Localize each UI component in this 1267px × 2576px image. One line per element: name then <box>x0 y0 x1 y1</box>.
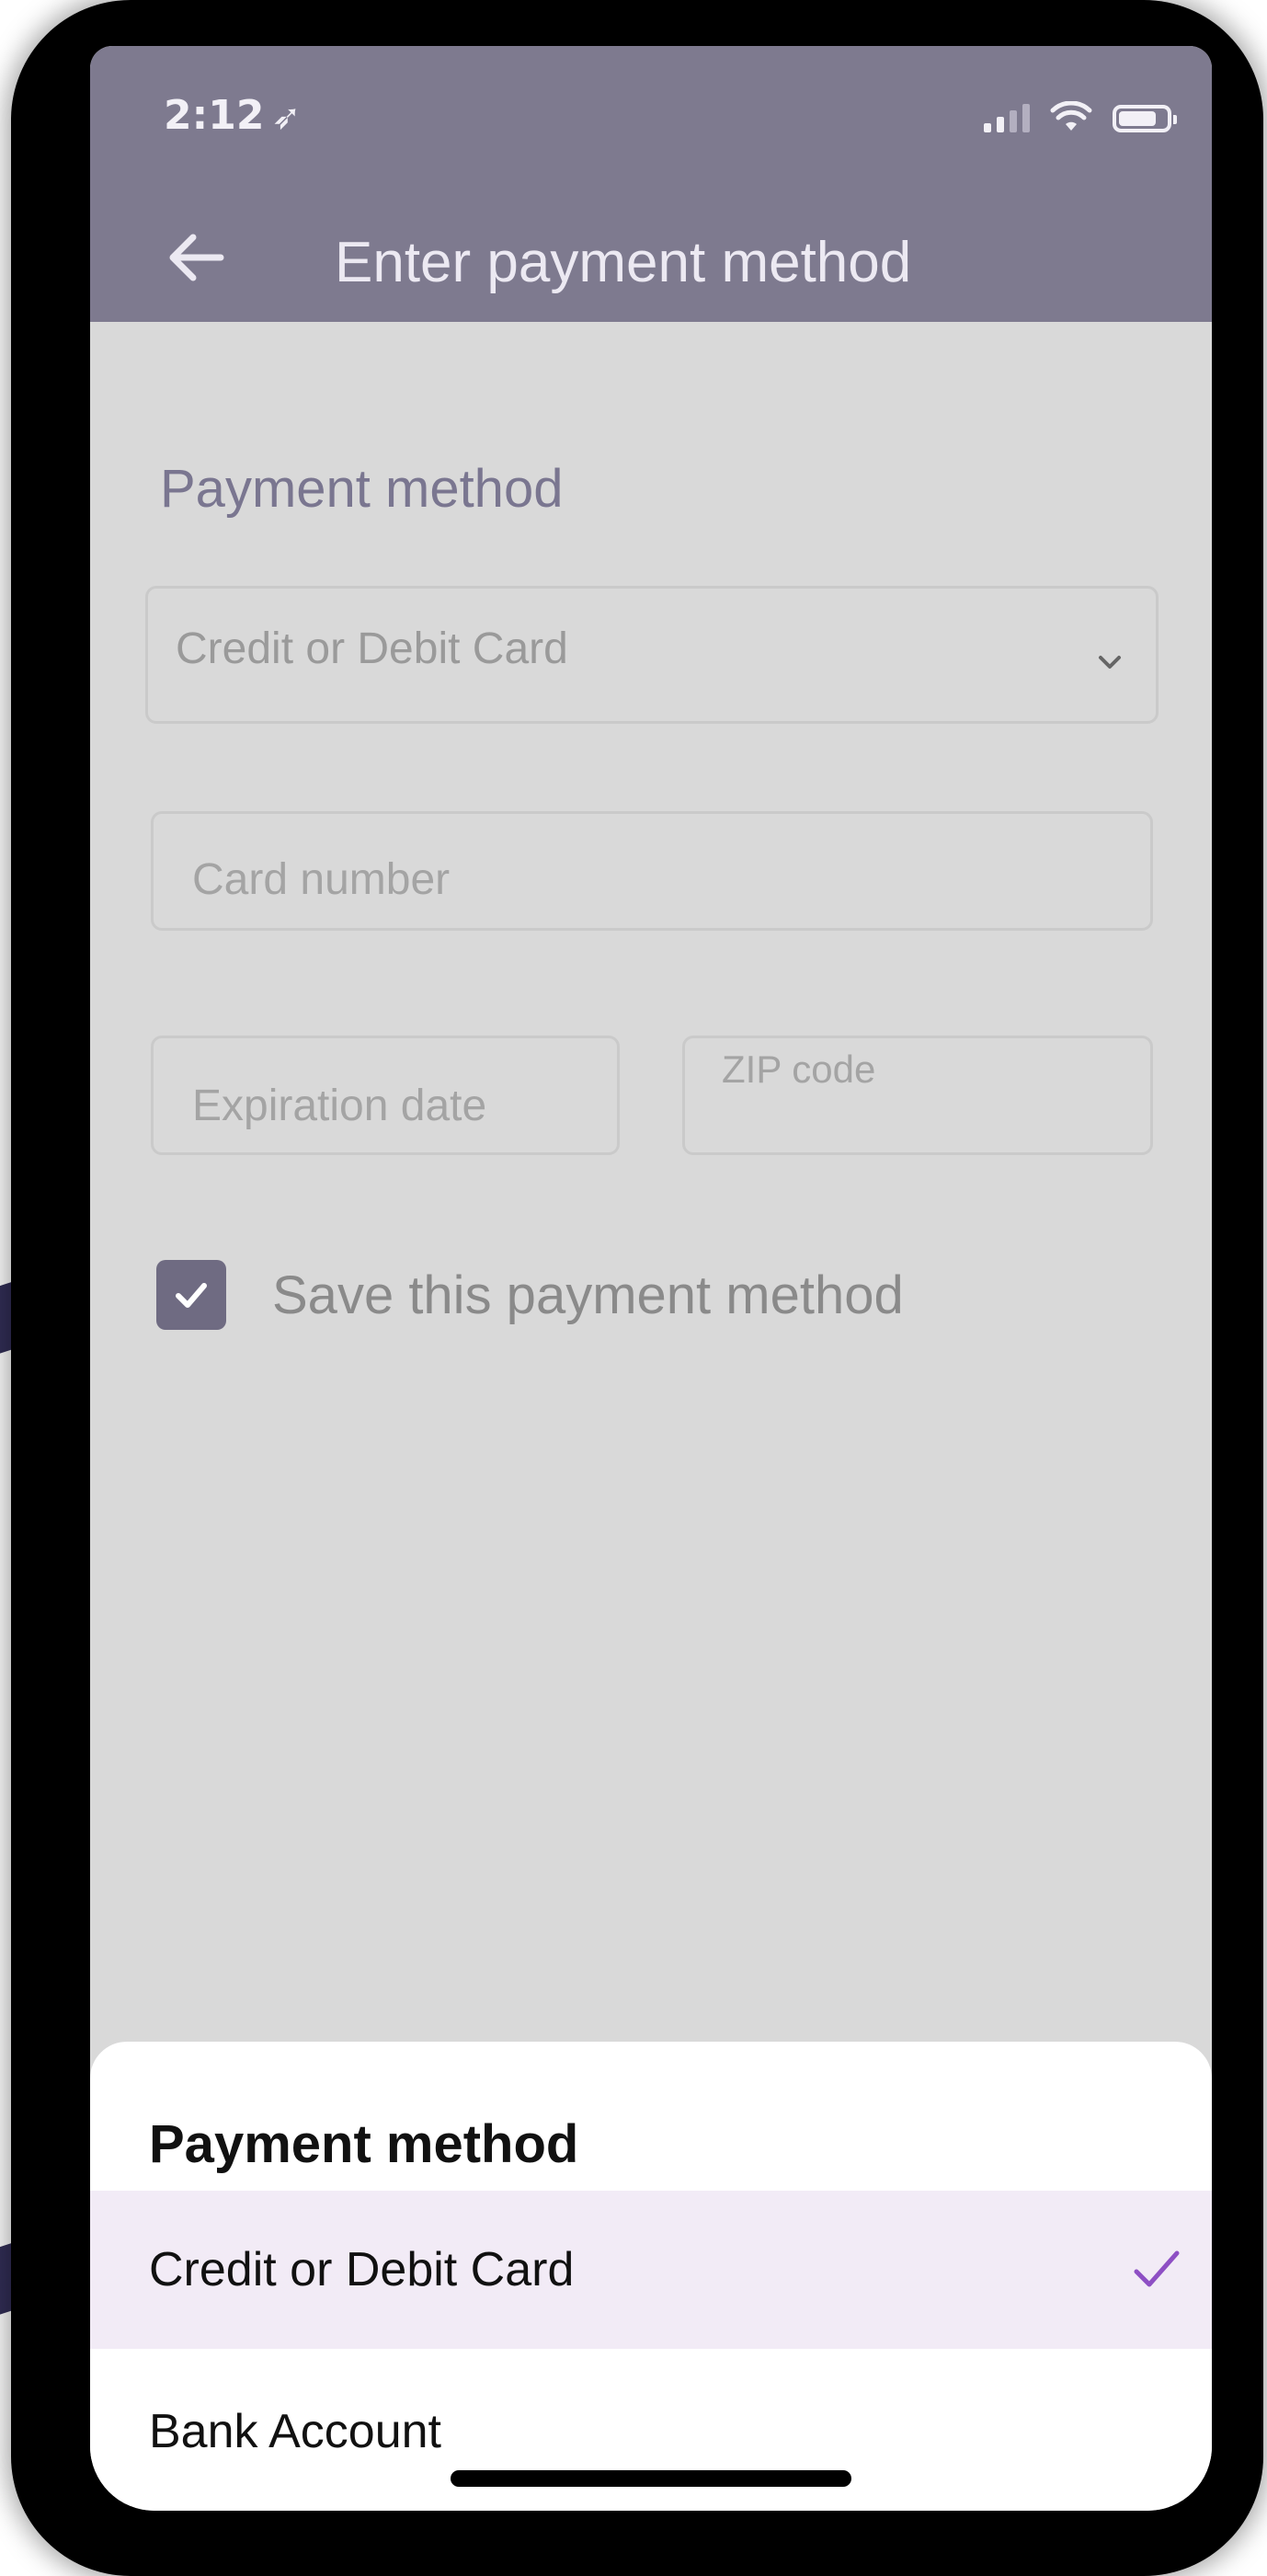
save-payment-checkbox[interactable] <box>156 1260 226 1330</box>
payment-method-sheet: Payment method Credit or Debit Card Bank… <box>90 2042 1212 2511</box>
home-indicator[interactable] <box>451 2470 851 2487</box>
back-button[interactable] <box>158 221 232 294</box>
chevron-down-icon <box>1099 656 1121 669</box>
payment-method-select[interactable]: Credit or Debit Card <box>145 586 1159 724</box>
arrow-left-icon <box>169 234 224 281</box>
payment-method-select-value: Credit or Debit Card <box>176 624 568 673</box>
screenshot-stage: 2:12 ➶ Enter payment method Payment meth… <box>0 0 1267 2576</box>
status-time: 2:12 ➶ <box>164 92 301 139</box>
expiration-date-input[interactable]: Expiration date <box>151 1036 620 1155</box>
wifi-icon <box>1050 101 1092 131</box>
card-number-placeholder: Card number <box>192 855 451 904</box>
save-payment-row[interactable]: Save this payment method <box>156 1260 904 1330</box>
option-label: Credit or Debit Card <box>149 2243 575 2296</box>
check-icon <box>1134 2250 1180 2287</box>
battery-icon <box>1113 105 1177 132</box>
phone-screen: 2:12 ➶ Enter payment method Payment meth… <box>90 46 1212 2511</box>
app-header: 2:12 ➶ Enter payment method <box>90 46 1212 322</box>
status-time-text: 2:12 <box>164 92 265 139</box>
cellular-signal-icon <box>984 103 1030 132</box>
option-label: Bank Account <box>149 2405 441 2458</box>
zip-code-input[interactable]: ZIP code <box>682 1036 1153 1155</box>
checkmark-icon <box>176 1283 207 1308</box>
page-title: Enter payment method <box>335 231 912 294</box>
location-arrow-icon: ➶ <box>271 97 302 137</box>
option-credit-debit-card[interactable]: Credit or Debit Card <box>90 2191 1212 2349</box>
sheet-title: Payment method <box>149 2114 579 2174</box>
card-number-input[interactable]: Card number <box>151 811 1153 931</box>
save-payment-label: Save this payment method <box>272 1265 904 1325</box>
payment-method-label: Payment method <box>160 459 564 519</box>
phone-frame: 2:12 ➶ Enter payment method Payment meth… <box>11 0 1263 2576</box>
zip-code-placeholder: ZIP code <box>722 1048 876 1091</box>
status-icons <box>984 101 1177 132</box>
expiration-date-placeholder: Expiration date <box>192 1082 487 1130</box>
